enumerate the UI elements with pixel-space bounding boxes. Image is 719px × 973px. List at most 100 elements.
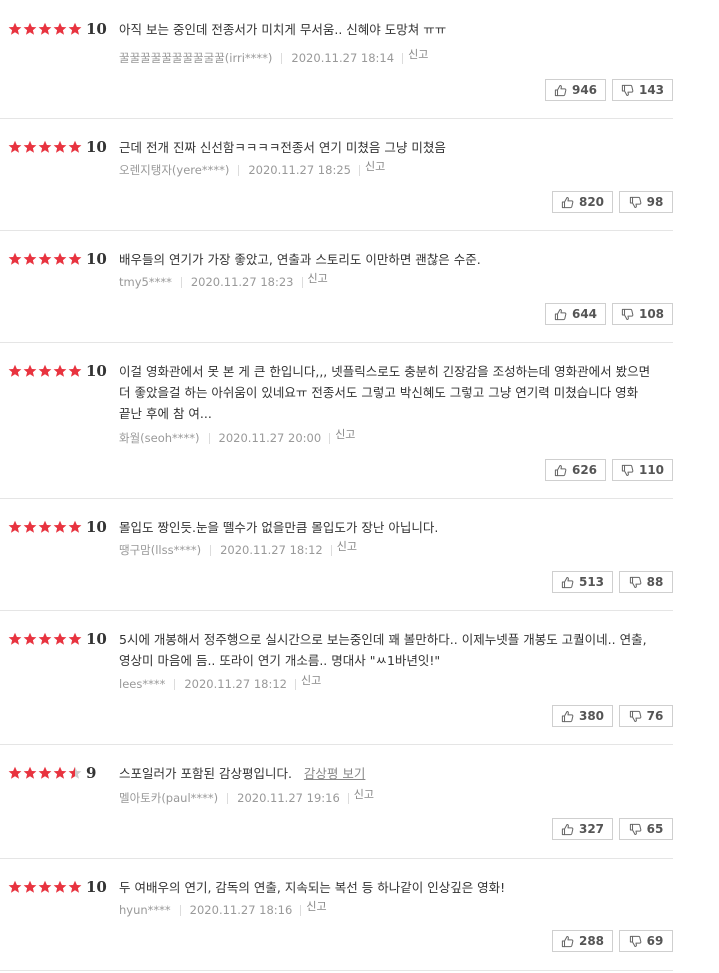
like-button[interactable]: 626 xyxy=(545,459,606,481)
review-score: 10 xyxy=(86,518,107,536)
like-button[interactable]: 820 xyxy=(552,191,613,213)
star-filled-icon xyxy=(38,252,52,266)
review-text: 두 여배우의 연기, 감독의 연출, 지속되는 복선 등 하나같이 인상깊은 영… xyxy=(119,880,506,895)
dislike-button[interactable]: 98 xyxy=(619,191,673,213)
star-filled-icon xyxy=(68,22,82,36)
review-date: 2020.11.27 18:14 xyxy=(291,51,395,65)
review-meta: 화월(seoh****) 2020.11.27 20:00 신고 xyxy=(119,428,355,446)
star-filled-icon xyxy=(68,520,82,534)
review-meta: 땡구맘(llss****) 2020.11.27 18:12 신고 xyxy=(119,540,357,558)
review-item: 10 두 여배우의 연기, 감독의 연출, 지속되는 복선 등 하나같이 인상깊… xyxy=(0,858,673,971)
report-button[interactable]: 신고 xyxy=(354,786,374,802)
report-button[interactable]: 신고 xyxy=(308,270,328,286)
star-filled-icon xyxy=(8,632,22,646)
thumbs-up-icon xyxy=(561,710,579,723)
report-button[interactable]: 신고 xyxy=(301,672,321,688)
reviewer-name[interactable]: hyun**** xyxy=(119,903,171,917)
dislike-button[interactable]: 76 xyxy=(619,705,673,727)
review-date: 2020.11.27 18:23 xyxy=(190,275,294,289)
vote-buttons: 327 65 xyxy=(552,818,673,840)
thumbs-down-icon xyxy=(629,196,647,209)
divider xyxy=(358,164,360,176)
report-button[interactable]: 신고 xyxy=(306,898,326,914)
dislike-button[interactable]: 65 xyxy=(619,818,673,840)
star-filled-icon xyxy=(68,364,82,378)
star-filled-icon xyxy=(23,880,37,894)
reviewer-name[interactable]: 멜아토카(paul****) xyxy=(119,790,218,806)
reviewer-name[interactable]: tmy5**** xyxy=(119,275,172,289)
star-filled-icon xyxy=(68,140,82,154)
spoiler-notice: 스포일러가 포함된 감상평입니다. xyxy=(119,766,292,781)
star-rating xyxy=(8,363,83,379)
dislike-button[interactable]: 69 xyxy=(619,930,673,952)
review-item: 9 스포일러가 포함된 감상평입니다. 감상평 보기 멜아토카(paul****)… xyxy=(0,744,673,859)
star-filled-icon xyxy=(23,766,37,780)
reviewer-name[interactable]: lees**** xyxy=(119,677,165,691)
star-filled-icon xyxy=(23,140,37,154)
star-filled-icon xyxy=(53,766,67,780)
like-button[interactable]: 327 xyxy=(552,818,613,840)
star-filled-icon xyxy=(8,520,22,534)
dislike-button[interactable]: 110 xyxy=(612,459,673,481)
review-item: 10 배우들의 연기가 가장 좋았고, 연출과 스토리도 이만하면 괜찮은 수준… xyxy=(0,230,673,343)
review-item: 10 5시에 개봉해서 정주행으로 실시간으로 보는중인데 꽤 볼만하다.. 이… xyxy=(0,610,673,745)
like-count: 380 xyxy=(578,709,605,723)
dislike-button[interactable]: 88 xyxy=(619,571,673,593)
reviewer-name[interactable]: 오렌지탱자(yere****) xyxy=(119,162,229,178)
review-meta: tmy5**** 2020.11.27 18:23 신고 xyxy=(119,272,328,290)
divider xyxy=(295,678,296,690)
star-filled-icon xyxy=(38,632,52,646)
review-score: 10 xyxy=(86,138,107,156)
star-filled-icon xyxy=(53,140,67,154)
dislike-button[interactable]: 143 xyxy=(612,79,673,101)
vote-buttons: 288 69 xyxy=(552,930,673,952)
review-item: 10 몰입도 짱인듯.눈을 뗄수가 없을만큼 몰입도가 장난 아닙니다. 땡구맘… xyxy=(0,498,673,611)
review-meta: lees**** 2020.11.27 18:12 신고 xyxy=(119,674,321,692)
like-count: 327 xyxy=(578,822,605,836)
divider xyxy=(347,792,349,804)
review-text: 배우들의 연기가 가장 좋았고, 연출과 스토리도 이만하면 괜찮은 수준. xyxy=(119,252,481,267)
thumbs-down-icon xyxy=(621,464,639,477)
report-button[interactable]: 신고 xyxy=(408,46,428,62)
reviewer-name[interactable]: 꿀꿀꿀꿀꿀꿀꿀꿀굴꿀(irri****) xyxy=(119,50,272,66)
like-button[interactable]: 380 xyxy=(552,705,613,727)
vote-buttons: 380 76 xyxy=(552,705,673,727)
review-item: 10 이걸 영화관에서 못 본 게 큰 한입니다,,, 넷플릭스로도 충분히 긴… xyxy=(0,342,673,499)
star-filled-icon xyxy=(38,766,52,780)
review-meta: 멜아토카(paul****) 2020.11.27 19:16 신고 xyxy=(119,788,374,806)
like-button[interactable]: 946 xyxy=(545,79,606,101)
like-button[interactable]: 644 xyxy=(545,303,606,325)
divider xyxy=(238,164,240,176)
report-button[interactable]: 신고 xyxy=(365,158,385,174)
thumbs-down-icon xyxy=(621,84,639,97)
report-button[interactable]: 신고 xyxy=(337,538,357,554)
report-button[interactable]: 신고 xyxy=(335,426,355,442)
like-count: 946 xyxy=(571,83,598,97)
review-date: 2020.11.27 18:25 xyxy=(248,163,351,177)
star-filled-icon xyxy=(53,252,67,266)
show-spoiler-link[interactable]: 감상평 보기 xyxy=(304,766,365,781)
review-score: 10 xyxy=(86,362,107,380)
star-filled-icon xyxy=(8,252,22,266)
star-rating xyxy=(8,139,83,155)
star-rating xyxy=(8,631,83,647)
divider xyxy=(329,432,331,444)
divider xyxy=(210,544,212,556)
star-filled-icon xyxy=(53,364,67,378)
star-filled-icon xyxy=(53,520,67,534)
vote-buttons: 626 110 xyxy=(545,459,673,481)
review-date: 2020.11.27 18:12 xyxy=(184,677,287,691)
thumbs-down-icon xyxy=(621,308,639,321)
dislike-button[interactable]: 108 xyxy=(612,303,673,325)
reviewer-name[interactable]: 땡구맘(llss****) xyxy=(119,542,201,558)
thumbs-up-icon xyxy=(554,84,572,97)
star-filled-icon xyxy=(38,22,52,36)
reviewer-name[interactable]: 화월(seoh****) xyxy=(119,430,200,446)
like-button[interactable]: 513 xyxy=(552,571,613,593)
like-button[interactable]: 288 xyxy=(552,930,613,952)
thumbs-down-icon xyxy=(629,935,647,948)
like-count: 626 xyxy=(571,463,598,477)
star-filled-icon xyxy=(68,252,82,266)
review-score: 10 xyxy=(86,878,107,896)
review-meta: 오렌지탱자(yere****) 2020.11.27 18:25 신고 xyxy=(119,160,385,178)
